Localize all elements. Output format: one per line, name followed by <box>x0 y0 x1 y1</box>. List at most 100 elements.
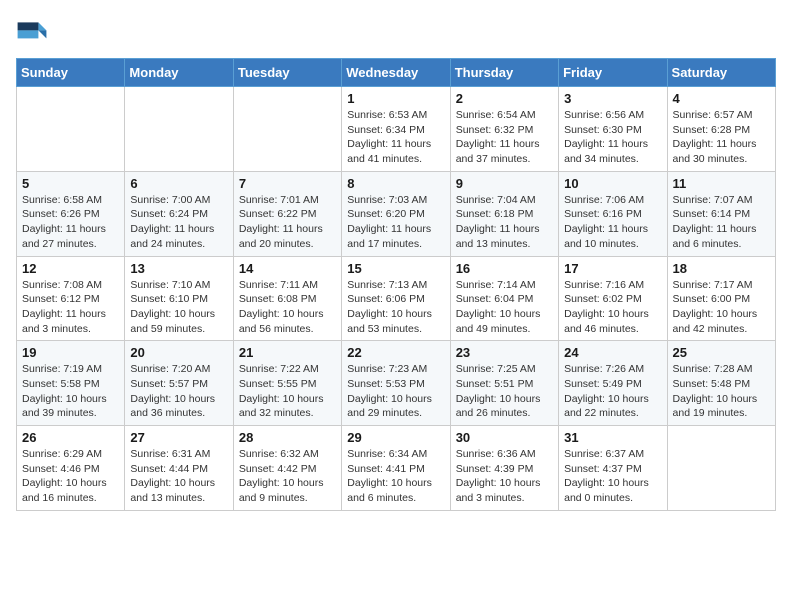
weekday-header: Wednesday <box>342 59 450 87</box>
calendar-cell: 31 Sunrise: 6:37 AM Sunset: 4:37 PM Dayli… <box>559 426 667 511</box>
calendar-cell: 4 Sunrise: 6:57 AM Sunset: 6:28 PM Daylig… <box>667 87 775 172</box>
day-number: 12 <box>22 261 119 276</box>
calendar-cell: 3Sunrise: 6:56 AM Sunset: 6:30 PM Daylig… <box>559 87 667 172</box>
day-info: Sunrise: 6:34 AM Sunset: 4:41 PM Dayligh… <box>347 447 444 506</box>
day-number: 8 <box>347 176 444 191</box>
calendar-cell: 26 Sunrise: 6:29 AM Sunset: 4:46 PM Dayli… <box>17 426 125 511</box>
day-number: 22 <box>347 345 444 360</box>
calendar-cell: 21Sunrise: 7:22 AM Sunset: 5:55 PM Dayli… <box>233 341 341 426</box>
day-info: Sunrise: 7:13 AM Sunset: 6:06 PM Dayligh… <box>347 278 444 337</box>
day-info: Sunrise: 7:00 AM Sunset: 6:24 PM Dayligh… <box>130 193 227 252</box>
logo-icon <box>16 16 48 48</box>
day-number: 4 <box>673 91 770 106</box>
day-number: 11 <box>673 176 770 191</box>
weekday-header: Friday <box>559 59 667 87</box>
day-number: 10 <box>564 176 661 191</box>
calendar-cell: 16 Sunrise: 7:14 AM Sunset: 6:04 PM Dayli… <box>450 256 558 341</box>
weekday-header: Thursday <box>450 59 558 87</box>
calendar-cell: 20 Sunrise: 7:20 AM Sunset: 5:57 PM Dayli… <box>125 341 233 426</box>
calendar-cell: 18 Sunrise: 7:17 AM Sunset: 6:00 PM Dayli… <box>667 256 775 341</box>
day-number: 15 <box>347 261 444 276</box>
day-info: Sunrise: 7:08 AM Sunset: 6:12 PM Dayligh… <box>22 278 119 337</box>
day-info: Sunrise: 6:36 AM Sunset: 4:39 PM Dayligh… <box>456 447 553 506</box>
day-info: Sunrise: 6:53 AM Sunset: 6:34 PM Dayligh… <box>347 108 444 167</box>
calendar-cell: 7 Sunrise: 7:01 AM Sunset: 6:22 PM Daylig… <box>233 171 341 256</box>
logo <box>16 16 52 48</box>
day-info: Sunrise: 7:26 AM Sunset: 5:49 PM Dayligh… <box>564 362 661 421</box>
calendar-cell: 2Sunrise: 6:54 AM Sunset: 6:32 PM Daylig… <box>450 87 558 172</box>
day-number: 1 <box>347 91 444 106</box>
weekday-header: Sunday <box>17 59 125 87</box>
calendar-cell: 23 Sunrise: 7:25 AM Sunset: 5:51 PM Dayli… <box>450 341 558 426</box>
calendar-cell: 6 Sunrise: 7:00 AM Sunset: 6:24 PM Daylig… <box>125 171 233 256</box>
calendar-cell <box>125 87 233 172</box>
day-number: 19 <box>22 345 119 360</box>
day-info: Sunrise: 7:01 AM Sunset: 6:22 PM Dayligh… <box>239 193 336 252</box>
calendar-cell: 12 Sunrise: 7:08 AM Sunset: 6:12 PM Dayli… <box>17 256 125 341</box>
calendar-cell: 11 Sunrise: 7:07 AM Sunset: 6:14 PM Dayli… <box>667 171 775 256</box>
day-number: 16 <box>456 261 553 276</box>
day-number: 30 <box>456 430 553 445</box>
weekday-header-row: SundayMondayTuesdayWednesdayThursdayFrid… <box>17 59 776 87</box>
day-number: 6 <box>130 176 227 191</box>
day-info: Sunrise: 6:31 AM Sunset: 4:44 PM Dayligh… <box>130 447 227 506</box>
calendar-cell <box>233 87 341 172</box>
calendar-cell <box>17 87 125 172</box>
day-info: Sunrise: 7:16 AM Sunset: 6:02 PM Dayligh… <box>564 278 661 337</box>
page-header <box>16 16 776 48</box>
day-number: 20 <box>130 345 227 360</box>
calendar-cell: 30 Sunrise: 6:36 AM Sunset: 4:39 PM Dayli… <box>450 426 558 511</box>
day-info: Sunrise: 7:20 AM Sunset: 5:57 PM Dayligh… <box>130 362 227 421</box>
calendar-week-row: 26 Sunrise: 6:29 AM Sunset: 4:46 PM Dayli… <box>17 426 776 511</box>
day-info: Sunrise: 7:10 AM Sunset: 6:10 PM Dayligh… <box>130 278 227 337</box>
day-info: Sunrise: 6:37 AM Sunset: 4:37 PM Dayligh… <box>564 447 661 506</box>
day-info: Sunrise: 7:03 AM Sunset: 6:20 PM Dayligh… <box>347 193 444 252</box>
day-info: Sunrise: 6:54 AM Sunset: 6:32 PM Dayligh… <box>456 108 553 167</box>
calendar-cell: 14Sunrise: 7:11 AM Sunset: 6:08 PM Dayli… <box>233 256 341 341</box>
calendar-week-row: 1 Sunrise: 6:53 AM Sunset: 6:34 PM Daylig… <box>17 87 776 172</box>
day-number: 17 <box>564 261 661 276</box>
day-number: 28 <box>239 430 336 445</box>
day-number: 27 <box>130 430 227 445</box>
day-number: 26 <box>22 430 119 445</box>
day-number: 29 <box>347 430 444 445</box>
calendar-cell: 28 Sunrise: 6:32 AM Sunset: 4:42 PM Dayli… <box>233 426 341 511</box>
day-info: Sunrise: 7:07 AM Sunset: 6:14 PM Dayligh… <box>673 193 770 252</box>
calendar-cell: 29 Sunrise: 6:34 AM Sunset: 4:41 PM Dayli… <box>342 426 450 511</box>
day-info: Sunrise: 6:56 AM Sunset: 6:30 PM Dayligh… <box>564 108 661 167</box>
day-info: Sunrise: 6:32 AM Sunset: 4:42 PM Dayligh… <box>239 447 336 506</box>
day-info: Sunrise: 7:04 AM Sunset: 6:18 PM Dayligh… <box>456 193 553 252</box>
calendar-cell: 25Sunrise: 7:28 AM Sunset: 5:48 PM Dayli… <box>667 341 775 426</box>
calendar-cell <box>667 426 775 511</box>
calendar-cell: 22Sunrise: 7:23 AM Sunset: 5:53 PM Dayli… <box>342 341 450 426</box>
day-info: Sunrise: 6:58 AM Sunset: 6:26 PM Dayligh… <box>22 193 119 252</box>
weekday-header: Saturday <box>667 59 775 87</box>
day-number: 7 <box>239 176 336 191</box>
day-number: 13 <box>130 261 227 276</box>
day-number: 23 <box>456 345 553 360</box>
calendar-cell: 15 Sunrise: 7:13 AM Sunset: 6:06 PM Dayli… <box>342 256 450 341</box>
calendar-cell: 24 Sunrise: 7:26 AM Sunset: 5:49 PM Dayli… <box>559 341 667 426</box>
day-info: Sunrise: 7:19 AM Sunset: 5:58 PM Dayligh… <box>22 362 119 421</box>
calendar-cell: 13 Sunrise: 7:10 AM Sunset: 6:10 PM Dayli… <box>125 256 233 341</box>
day-info: Sunrise: 7:06 AM Sunset: 6:16 PM Dayligh… <box>564 193 661 252</box>
calendar: SundayMondayTuesdayWednesdayThursdayFrid… <box>16 58 776 511</box>
calendar-cell: 5Sunrise: 6:58 AM Sunset: 6:26 PM Daylig… <box>17 171 125 256</box>
calendar-cell: 9 Sunrise: 7:04 AM Sunset: 6:18 PM Daylig… <box>450 171 558 256</box>
day-number: 31 <box>564 430 661 445</box>
day-info: Sunrise: 7:17 AM Sunset: 6:00 PM Dayligh… <box>673 278 770 337</box>
weekday-header: Monday <box>125 59 233 87</box>
day-number: 18 <box>673 261 770 276</box>
day-info: Sunrise: 6:29 AM Sunset: 4:46 PM Dayligh… <box>22 447 119 506</box>
day-info: Sunrise: 7:25 AM Sunset: 5:51 PM Dayligh… <box>456 362 553 421</box>
weekday-header: Tuesday <box>233 59 341 87</box>
day-info: Sunrise: 6:57 AM Sunset: 6:28 PM Dayligh… <box>673 108 770 167</box>
calendar-week-row: 5Sunrise: 6:58 AM Sunset: 6:26 PM Daylig… <box>17 171 776 256</box>
calendar-cell: 19 Sunrise: 7:19 AM Sunset: 5:58 PM Dayli… <box>17 341 125 426</box>
day-number: 24 <box>564 345 661 360</box>
calendar-week-row: 19 Sunrise: 7:19 AM Sunset: 5:58 PM Dayli… <box>17 341 776 426</box>
day-info: Sunrise: 7:14 AM Sunset: 6:04 PM Dayligh… <box>456 278 553 337</box>
calendar-cell: 10 Sunrise: 7:06 AM Sunset: 6:16 PM Dayli… <box>559 171 667 256</box>
calendar-cell: 8 Sunrise: 7:03 AM Sunset: 6:20 PM Daylig… <box>342 171 450 256</box>
day-number: 9 <box>456 176 553 191</box>
